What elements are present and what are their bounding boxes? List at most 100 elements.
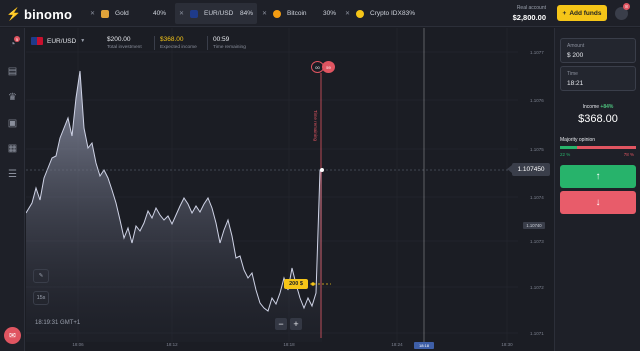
- tab-name: EUR/USD: [204, 10, 234, 17]
- settings-sliders-icon[interactable]: ☰: [6, 168, 19, 181]
- time-label: Time: [567, 71, 578, 77]
- close-icon[interactable]: ✕: [179, 10, 184, 17]
- close-icon[interactable]: ✕: [345, 10, 350, 17]
- pair-label: EUR/USD: [47, 37, 77, 45]
- majority-label: Majority opinion: [560, 137, 596, 143]
- amount-field[interactable]: Amount $ 200: [560, 38, 636, 63]
- expiry-text: Time remaining: [313, 110, 318, 141]
- calendar-icon[interactable]: ▦: [6, 142, 19, 155]
- asset-tab-gold[interactable]: ✕ Gold 40%: [86, 3, 170, 24]
- flag-icon: [190, 9, 199, 18]
- majority-up-fill: [560, 146, 577, 149]
- y-tick-label: 1.1073: [530, 239, 544, 244]
- add-funds-button[interactable]: + Add funds: [557, 5, 607, 21]
- logo[interactable]: ⚡ binomo: [6, 6, 72, 22]
- income-pct: +84%: [600, 104, 614, 110]
- crypto-icon: [356, 9, 365, 18]
- time-stat: 00:59 Time remaining: [213, 36, 246, 50]
- time-value[interactable]: 18:21: [567, 80, 583, 87]
- income-label: Income +84%: [555, 104, 640, 110]
- close-icon[interactable]: ✕: [262, 10, 267, 17]
- expiry-right: 59: [322, 61, 335, 73]
- chart-icon[interactable]: ▤: [6, 65, 19, 78]
- logo-text: binomo: [23, 6, 73, 22]
- price-marker: 1.10740: [523, 222, 545, 229]
- x-tick-label: 18:12: [166, 342, 178, 347]
- amount-value[interactable]: $ 200: [567, 52, 583, 59]
- majority-down-pct: 78 %: [623, 152, 634, 157]
- income-stat: $368.00 Expected income: [160, 36, 197, 50]
- gold-icon: [101, 9, 110, 18]
- entry-point: [311, 282, 315, 286]
- zoom-out-button[interactable]: −: [275, 318, 287, 330]
- sidebar: ◔ 5 ▤ ♛ ▣ ▦ ☰: [0, 28, 25, 351]
- chart-area[interactable]: 1.1077 1.1076 1.1075 1.1074 1.1073 1.1072 1.10…: [26, 28, 553, 351]
- investment-stat: $200.00 Total investment: [107, 36, 142, 50]
- x-tick-label: 18:18: [283, 342, 295, 347]
- account-label: Real account: [516, 5, 546, 11]
- trade-panel: Amount $ 200 Time 18:21 Income +84% $368…: [554, 28, 640, 351]
- time-label: Time remaining: [213, 45, 246, 50]
- tab-name: Crypto IDX: [370, 10, 402, 17]
- top-bar: ⚡ binomo ✕ Gold 40% ✕ EUR/USD 84% ✕ Bitc…: [0, 0, 640, 27]
- minus-icon: −: [278, 318, 284, 329]
- pencil-icon: ✎: [38, 273, 44, 279]
- asset-tab-bitcoin[interactable]: ✕ Bitcoin 30%: [258, 3, 340, 24]
- investment-label: Total investment: [107, 45, 142, 50]
- bitcoin-icon: [273, 9, 282, 18]
- account-balance: $2,800.00: [512, 13, 546, 22]
- bolt-icon: ⚡: [6, 7, 21, 21]
- drawing-tool-button[interactable]: ✎: [33, 269, 49, 283]
- majority-up-pct: 22 %: [560, 152, 571, 157]
- zoom-in-button[interactable]: +: [290, 318, 302, 330]
- income-value: $368.00: [160, 36, 184, 43]
- investment-value: $200.00: [107, 36, 131, 43]
- amount-label: Amount: [567, 43, 585, 49]
- pair-selector[interactable]: EUR/USD ▼: [31, 37, 85, 45]
- current-price-tag: 1.107450: [507, 163, 550, 176]
- sidebar-badge: 5: [14, 36, 20, 42]
- notification-badge: 8: [623, 3, 630, 10]
- income-text: Income: [582, 104, 600, 110]
- current-time-marker: 18:18: [414, 342, 434, 349]
- time-value: 00:59: [213, 36, 230, 43]
- timeframe-label: 15s: [36, 295, 46, 301]
- majority-bar: [560, 146, 636, 149]
- tab-payout: 83%: [401, 10, 415, 17]
- price-area: [26, 71, 322, 342]
- gift-icon[interactable]: ▣: [6, 117, 19, 130]
- time-readout: 18:19:31 GMT+1: [35, 320, 81, 326]
- tab-payout: 30%: [322, 10, 336, 17]
- current-point: [320, 168, 324, 172]
- arrow-down-icon: ↓: [595, 197, 601, 208]
- up-button[interactable]: ↑: [560, 165, 636, 188]
- down-button[interactable]: ↓: [560, 191, 636, 214]
- y-tick-label: 1.1072: [530, 285, 544, 290]
- y-tick-label: 1.1074: [530, 195, 544, 200]
- arrow-up-icon: ↑: [595, 171, 601, 182]
- close-icon[interactable]: ✕: [90, 10, 95, 17]
- y-tick-label: 1.1077: [530, 50, 544, 55]
- time-field[interactable]: Time 18:21: [560, 66, 636, 91]
- x-tick-label: 18:06: [72, 342, 84, 347]
- chat-icon[interactable]: ✉: [4, 327, 21, 344]
- asset-tab-crypto-idx[interactable]: ✕ Crypto IDX 83%: [341, 3, 419, 24]
- divider: [207, 36, 208, 50]
- divider: [154, 36, 155, 50]
- y-tick-label: 1.1071: [530, 331, 544, 336]
- bet-tag: 200 $: [284, 279, 308, 289]
- price-chart[interactable]: 1.1077 1.1076 1.1075 1.1074 1.1073 1.1072 1.10…: [26, 28, 553, 351]
- chevron-down-icon: ▼: [80, 38, 86, 44]
- timeframe-button[interactable]: 15s: [33, 291, 49, 305]
- income-value: $368.00: [578, 113, 618, 125]
- tab-name: Bitcoin: [287, 10, 307, 17]
- tab-payout: 84%: [239, 10, 253, 17]
- trophy-icon[interactable]: ♛: [6, 91, 19, 104]
- income-label: Expected income: [160, 45, 197, 50]
- x-tick-label: 18:30: [501, 342, 513, 347]
- plus-icon: +: [562, 9, 567, 17]
- flag-icon: [31, 37, 43, 45]
- y-tick-label: 1.1075: [530, 147, 544, 152]
- asset-tab-eur-usd[interactable]: ✕ EUR/USD 84%: [175, 3, 257, 24]
- plus-icon: +: [293, 318, 299, 329]
